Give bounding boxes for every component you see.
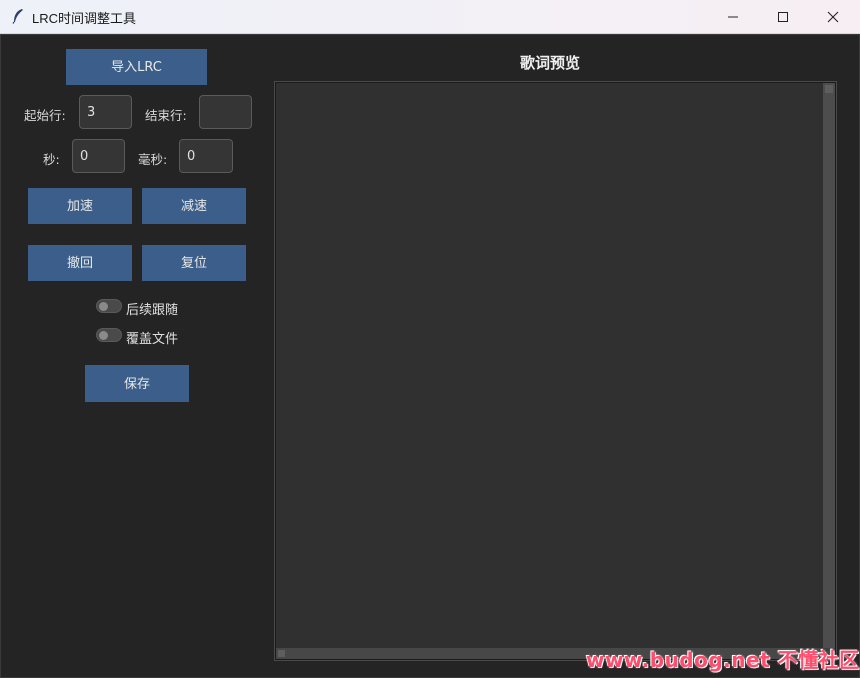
- slow-down-button[interactable]: 减速: [142, 188, 246, 224]
- vertical-scrollbar[interactable]: [823, 83, 835, 648]
- maximize-button[interactable]: [760, 0, 806, 33]
- import-lrc-button[interactable]: 导入LRC: [66, 49, 207, 85]
- speed-up-button[interactable]: 加速: [28, 188, 132, 224]
- watermark: www.budog.net 不懂社区: [586, 648, 860, 672]
- seconds-input[interactable]: [72, 139, 125, 173]
- title-bar: LRC时间调整工具: [0, 0, 860, 34]
- undo-button[interactable]: 撤回: [28, 245, 132, 281]
- reset-button[interactable]: 复位: [142, 245, 246, 281]
- close-icon: [827, 11, 839, 23]
- overwrite-switch[interactable]: [96, 328, 122, 342]
- scroll-up-arrow[interactable]: [825, 85, 833, 93]
- milliseconds-input[interactable]: [179, 139, 233, 173]
- start-line-input[interactable]: [79, 95, 132, 129]
- follow-switch[interactable]: [96, 299, 122, 313]
- end-line-label: 结束行:: [145, 108, 187, 123]
- save-button[interactable]: 保存: [85, 365, 189, 402]
- minimize-button[interactable]: [710, 0, 756, 33]
- switch-knob: [99, 330, 108, 340]
- lyrics-preview-textarea[interactable]: [276, 83, 823, 648]
- milliseconds-label: 毫秒:: [138, 152, 168, 167]
- close-button[interactable]: [810, 0, 856, 33]
- preview-title: 歌词预览: [520, 54, 581, 72]
- minimize-icon: [728, 16, 738, 18]
- window-title: LRC时间调整工具: [32, 11, 137, 26]
- follow-switch-label: 后续跟随: [126, 303, 179, 318]
- overwrite-switch-label: 覆盖文件: [126, 332, 179, 347]
- maximize-icon: [778, 12, 788, 22]
- seconds-label: 秒:: [43, 152, 60, 167]
- switch-knob: [99, 301, 108, 311]
- end-line-input[interactable]: [199, 95, 252, 129]
- feather-icon: [12, 9, 23, 24]
- start-line-label: 起始行:: [24, 108, 66, 123]
- scroll-left-arrow[interactable]: [278, 650, 285, 657]
